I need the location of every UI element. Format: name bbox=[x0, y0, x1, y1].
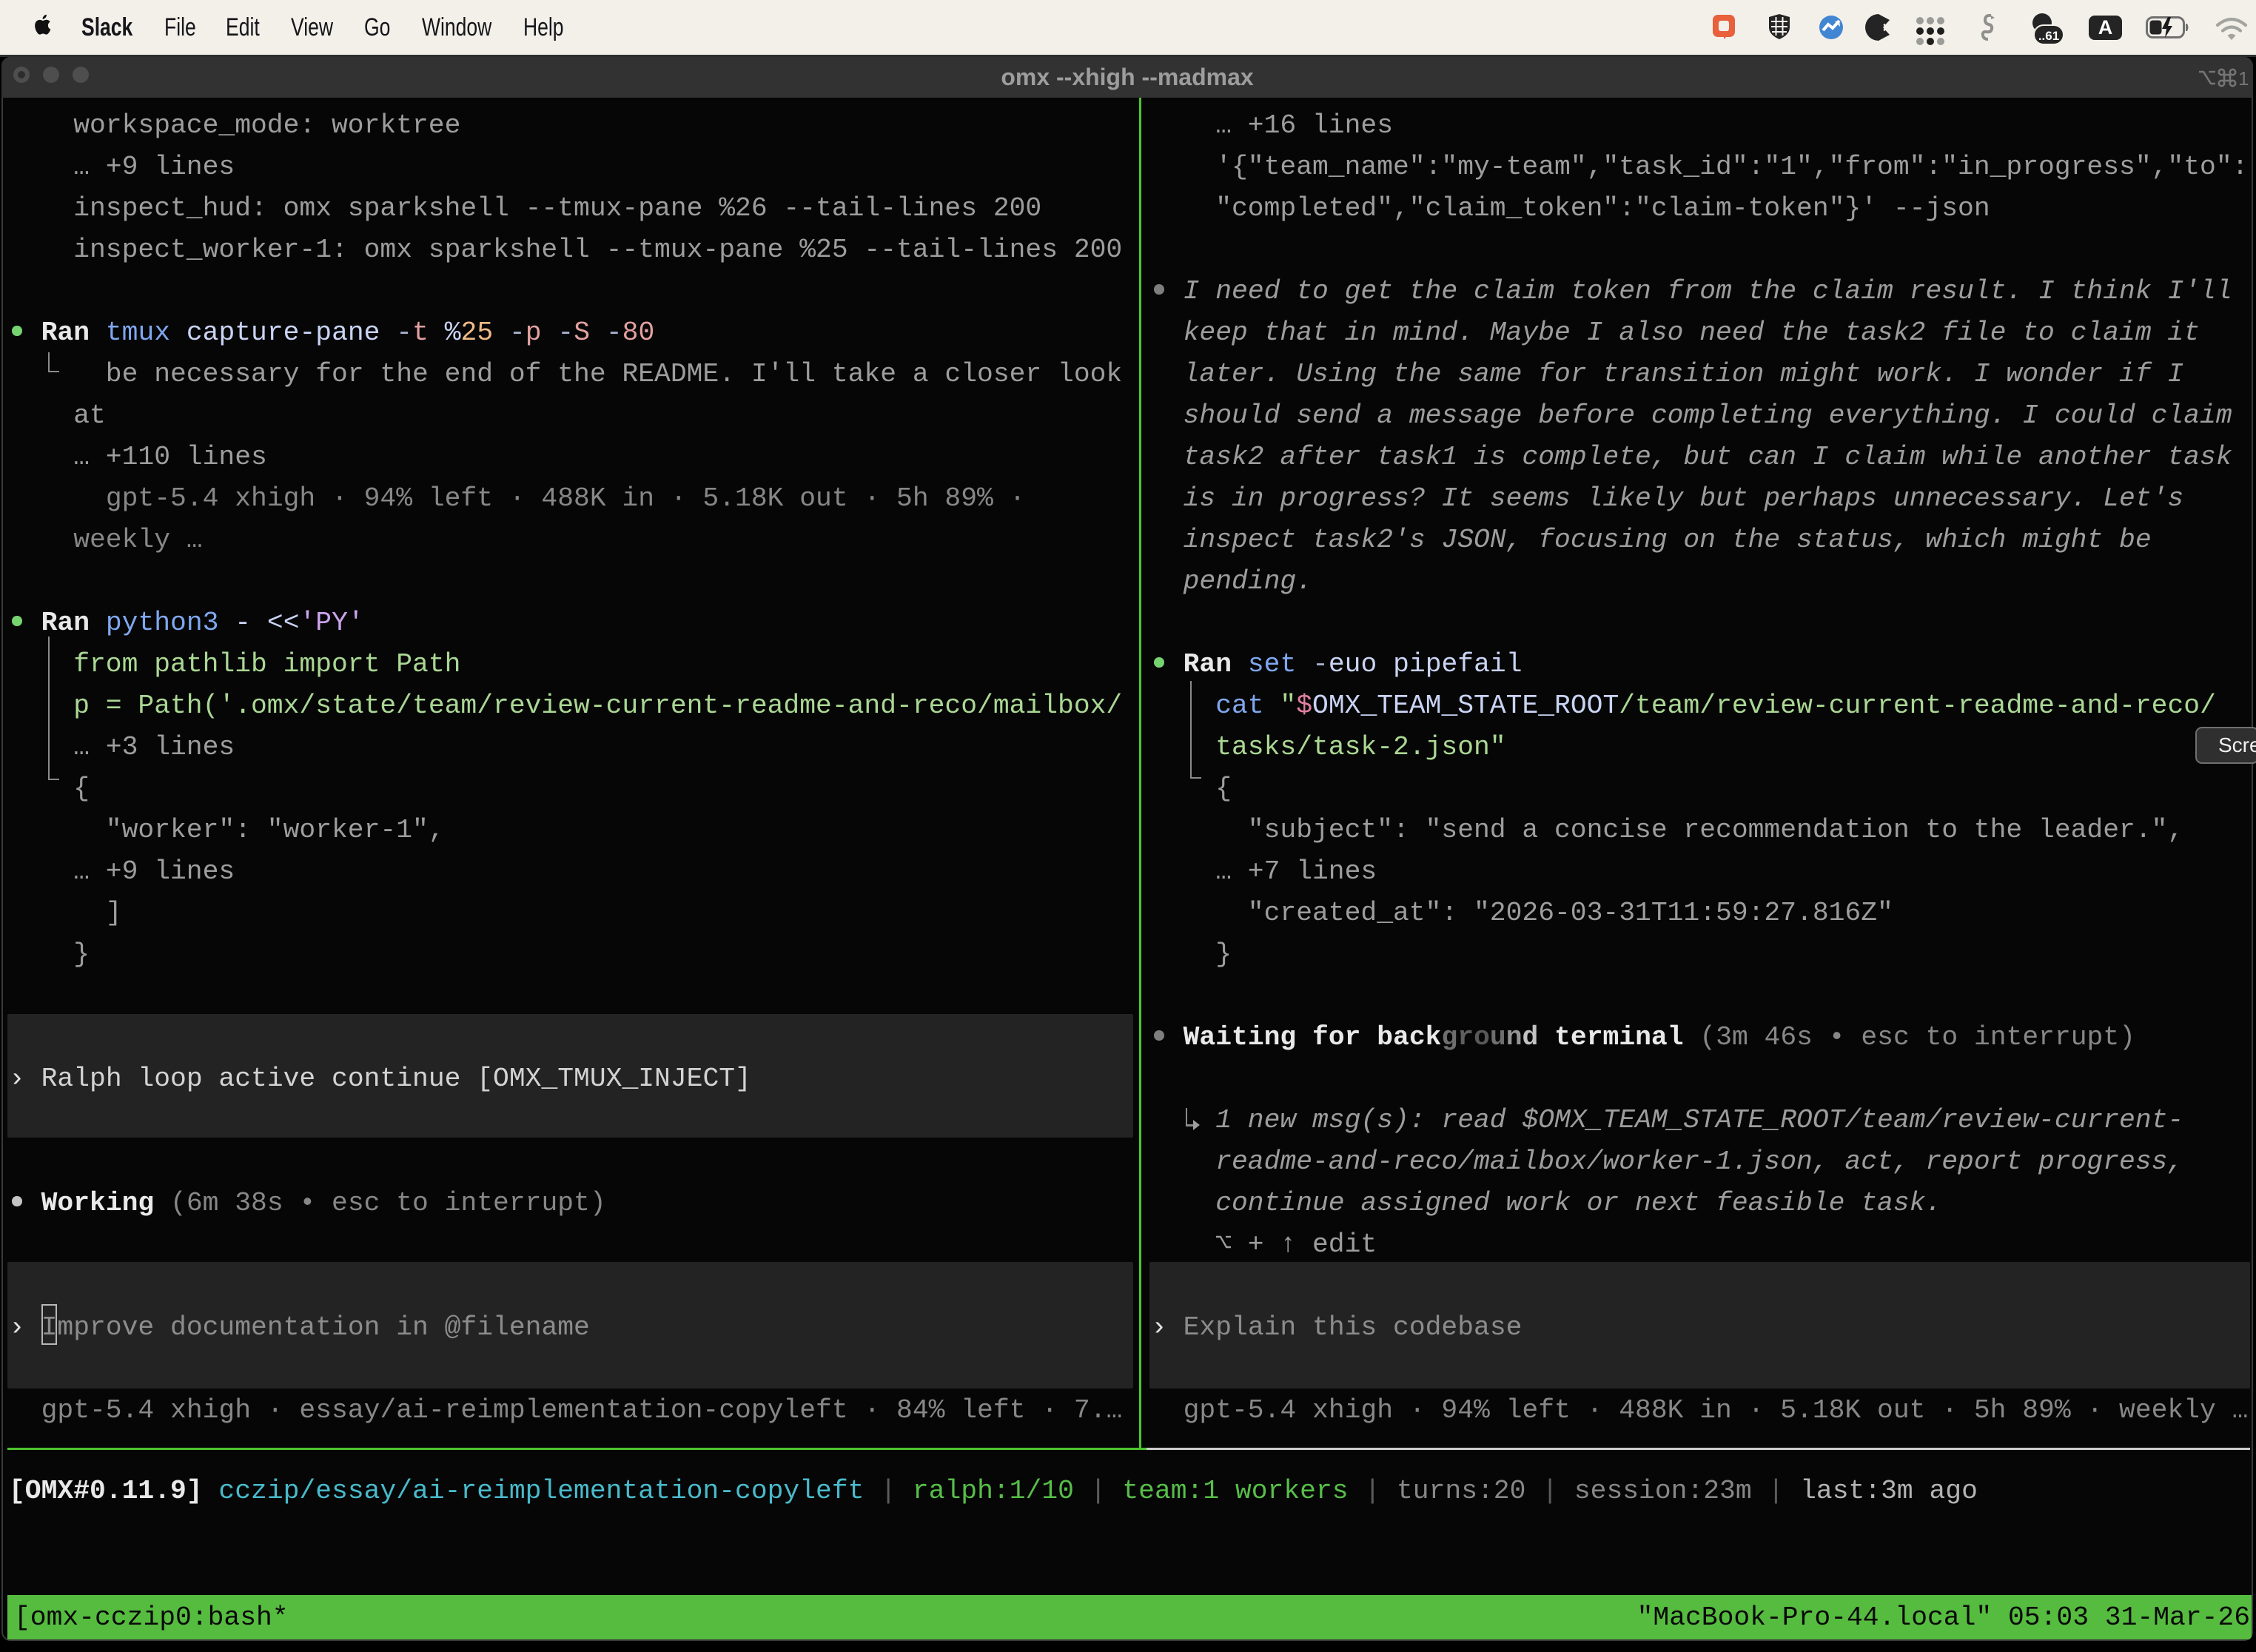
svg-text:1: 1 bbox=[2238, 68, 2249, 87]
svg-text:..61: ..61 bbox=[2038, 29, 2059, 43]
